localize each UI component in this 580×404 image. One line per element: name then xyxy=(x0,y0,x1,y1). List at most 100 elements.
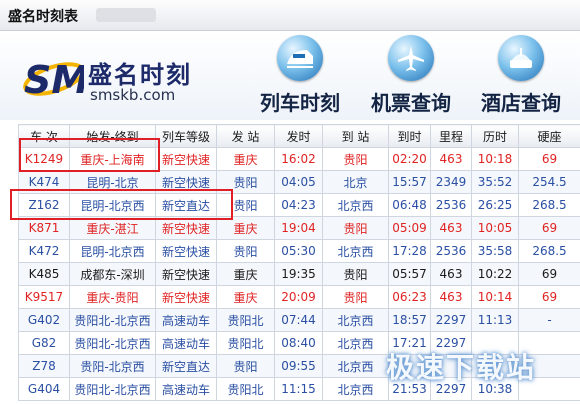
brand-domain: smskb.com xyxy=(90,86,176,104)
table-cell: 贵阳北-北京西 xyxy=(69,377,156,401)
table-row[interactable]: K1249 重庆-上海南 新空快速 重庆 16:02 贵阳 02:20 463 10:18 69 xyxy=(18,147,580,171)
watermark-text: 极速下载站 xyxy=(386,351,537,384)
app-header: SM 盛名时刻 smskb.com 列车时刻 机票查询 酒店查询 xyxy=(0,31,580,120)
table-cell: 新空快速 xyxy=(155,170,217,194)
table-cell: K9517 xyxy=(18,285,70,309)
column-header[interactable]: 到 站 xyxy=(322,124,389,148)
table-cell: 重庆-湛江 xyxy=(69,216,156,240)
table-cell: 高速动车 xyxy=(155,377,217,401)
table-cell: 贵阳 xyxy=(322,285,389,309)
column-header[interactable]: 车 次 xyxy=(18,124,70,148)
table-cell: 2297 xyxy=(430,308,472,332)
table-cell: 2536 xyxy=(430,193,472,217)
table-cell: 贵阳 xyxy=(216,239,275,263)
nav-hotel-search[interactable]: 酒店查询 xyxy=(466,31,576,120)
table-cell: 重庆 xyxy=(216,285,275,309)
table-cell: 69 xyxy=(518,262,580,286)
logo-mark-text: SM xyxy=(24,58,84,102)
window-title: 盛名时刻表 xyxy=(8,9,78,25)
table-cell: Z162 xyxy=(18,193,70,217)
nav-flight-search[interactable]: 机票查询 xyxy=(356,31,466,120)
table-cell: 2349 xyxy=(430,170,472,194)
table-cell: 重庆-贵阳 xyxy=(69,285,156,309)
table-cell: 贵阳北 xyxy=(216,377,275,401)
hotel-icon xyxy=(498,35,544,81)
table-cell: G402 xyxy=(18,308,70,332)
table-cell: 贵阳 xyxy=(216,170,275,194)
table-row[interactable]: K474 昆明-北京 新空快速 贵阳 04:05 北京 15:57 2349 35:52 254.… xyxy=(18,170,580,194)
airplane-icon xyxy=(388,35,434,81)
table-cell: 463 xyxy=(430,216,472,240)
table-cell: 新空快速 xyxy=(155,216,217,240)
column-header[interactable]: 历时 xyxy=(471,124,519,148)
table-cell: 05:57 xyxy=(388,262,431,286)
table-cell: 北京西 xyxy=(322,193,389,217)
table-row[interactable]: K472 昆明-北京西 新空快速 贵阳 05:30 北京西 17:28 2536 35:58 26… xyxy=(18,239,580,263)
table-cell: 26:25 xyxy=(471,193,519,217)
table-cell: G404 xyxy=(18,377,70,401)
table-cell: 19:04 xyxy=(274,216,323,240)
table-cell: K474 xyxy=(18,170,70,194)
nav-hotel-label: 酒店查询 xyxy=(481,91,561,115)
table-cell: 05:30 xyxy=(274,239,323,263)
table-cell: 贵阳 xyxy=(322,216,389,240)
table-cell: 254.5 xyxy=(518,170,580,194)
table-cell: 268.5 xyxy=(518,193,580,217)
table-cell: 贵阳北-北京西 xyxy=(69,308,156,332)
table-cell: 10:18 xyxy=(471,147,519,171)
table-cell: 北京西 xyxy=(322,377,389,401)
table-cell: 重庆 xyxy=(216,262,275,286)
table-cell: 新空快速 xyxy=(155,239,217,263)
column-header[interactable]: 到时 xyxy=(388,124,431,148)
table-cell: 昆明-北京 xyxy=(69,170,156,194)
table-cell: 10:05 xyxy=(471,216,519,240)
table-row[interactable]: K9517 重庆-贵阳 新空快速 重庆 20:09 贵阳 06:23 463 10:14 69 xyxy=(18,285,580,309)
table-cell: 463 xyxy=(430,147,472,171)
table-cell: Z78 xyxy=(18,354,70,378)
table-cell: 11:13 xyxy=(471,308,519,332)
title-bar: 盛名时刻表 xyxy=(0,0,580,31)
table-cell: 20:09 xyxy=(274,285,323,309)
table-row[interactable]: G402 贵阳北-北京西 高速动车 贵阳北 07:44 北京西 18:57 2297 11:13… xyxy=(18,308,580,332)
table-cell: 贵阳北 xyxy=(216,308,275,332)
table-cell: 35:52 xyxy=(471,170,519,194)
table-cell: 10:14 xyxy=(471,285,519,309)
brand-name: 盛名时刻 xyxy=(88,61,192,89)
table-cell: 新空快速 xyxy=(155,285,217,309)
table-cell: G82 xyxy=(18,331,70,355)
nav-train-schedule[interactable]: 列车时刻 xyxy=(245,31,355,120)
column-header[interactable]: 里程 xyxy=(430,124,472,148)
table-cell: 16:02 xyxy=(274,147,323,171)
column-header[interactable]: 发时 xyxy=(274,124,323,148)
table-cell: 69 xyxy=(518,285,580,309)
table-cell: 贵阳 xyxy=(216,354,275,378)
table-cell: 昆明-北京西 xyxy=(69,193,156,217)
table-cell: 19:35 xyxy=(274,262,323,286)
table-row[interactable]: K485 成都东-深圳 新空快速 重庆 19:35 贵阳 05:57 463 10:22 69 xyxy=(18,262,580,286)
nav-train-label: 列车时刻 xyxy=(260,91,340,115)
table-cell: K871 xyxy=(18,216,70,240)
table-cell: 重庆 xyxy=(216,216,275,240)
table-cell: 贵阳 xyxy=(322,262,389,286)
table-cell: K485 xyxy=(18,262,70,286)
table-row[interactable]: Z162 昆明-北京西 新空直达 贵阳 04:23 北京西 06:48 2536 26:25 26… xyxy=(18,193,580,217)
table-cell: 04:05 xyxy=(274,170,323,194)
table-cell: 04:23 xyxy=(274,193,323,217)
table-cell: 35:58 xyxy=(471,239,519,263)
table-cell: 17:28 xyxy=(388,239,431,263)
table-cell: 11:15 xyxy=(274,377,323,401)
table-cell: 09:55 xyxy=(274,354,323,378)
table-cell: 昆明-北京西 xyxy=(69,239,156,263)
column-header[interactable]: 发 站 xyxy=(216,124,275,148)
table-cell: 69 xyxy=(518,216,580,240)
table-cell: 10:22 xyxy=(471,262,519,286)
column-header[interactable]: 硬座 xyxy=(518,124,580,148)
column-header[interactable]: 列车等级 xyxy=(155,124,217,148)
table-cell: 高速动车 xyxy=(155,331,217,355)
nav-flight-label: 机票查询 xyxy=(371,91,451,115)
table-cell: 06:48 xyxy=(388,193,431,217)
table-cell: 北京西 xyxy=(322,331,389,355)
column-header[interactable]: 始发-终到 xyxy=(69,124,156,148)
table-cell: 新空快速 xyxy=(155,147,217,171)
table-row[interactable]: K871 重庆-湛江 新空快速 重庆 19:04 贵阳 05:09 463 10:05 69 xyxy=(18,216,580,240)
